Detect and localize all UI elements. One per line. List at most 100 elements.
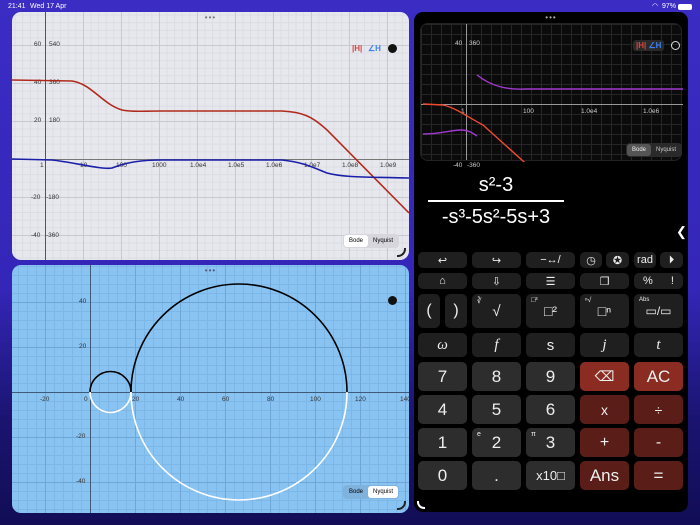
mini-bode-plot[interactable]: 40 360 -40 -360 1 100 1.0e4 1.0e6 |H| ∠H… [420, 23, 683, 169]
phase-curve [12, 158, 409, 179]
fraction-icon: ▭/▭ [645, 304, 672, 318]
y-label: -40 [453, 162, 463, 169]
digit-2[interactable]: e2 [472, 428, 521, 457]
resize-handle[interactable] [417, 501, 425, 509]
window-grabber[interactable]: ••• [545, 14, 556, 22]
formula-denominator: -s³-5s²-5s+3 [441, 206, 551, 228]
battery-percent: 97% [662, 3, 677, 10]
reset-view-icon[interactable] [671, 41, 680, 50]
collapse-chevron[interactable]: ❮ [676, 224, 687, 240]
cube-root-label: ∛ [477, 298, 482, 305]
multiply-button[interactable]: x [580, 395, 629, 424]
digit-label: 2 [491, 432, 502, 452]
digit-5[interactable]: 5 [472, 395, 521, 424]
inbox-button[interactable]: ⌂ [418, 273, 467, 289]
decimal-point-button[interactable]: . [472, 461, 521, 490]
tab-nyquist[interactable]: Nyquist [368, 235, 398, 247]
y-label: -360 [467, 162, 481, 169]
close-paren-button[interactable]: ) [445, 294, 467, 328]
ans-button[interactable]: Ans [580, 461, 629, 490]
bode-plot [12, 79, 409, 214]
digit-4[interactable]: 4 [418, 395, 467, 424]
s-button[interactable]: s [526, 333, 575, 357]
magnitude-curve [12, 79, 409, 214]
legend[interactable]: |H| ∠H [633, 40, 665, 51]
digit-label: 3 [545, 432, 556, 452]
redo-button[interactable]: ↪ [472, 252, 521, 268]
root-button[interactable]: ∛ √ [472, 294, 521, 328]
nth-power-label: □ⁿ [597, 303, 612, 319]
legend-phase[interactable]: ∠H [368, 44, 381, 53]
battery-icon [678, 4, 692, 10]
fraction-button[interactable]: Abs ▭/▭ [634, 294, 683, 328]
nth-power-button[interactable]: ⁿ√ □ⁿ [580, 294, 629, 328]
digit-1[interactable]: 1 [418, 428, 467, 457]
small-loop-upper [89, 370, 132, 393]
divide-button[interactable]: ÷ [634, 395, 683, 424]
tab-bode[interactable]: Bode [627, 144, 652, 156]
settings-sliders-button[interactable]: ☰ [526, 273, 575, 289]
nyquist-plot [89, 283, 348, 501]
plus-button[interactable]: + [580, 428, 629, 457]
f-button[interactable]: f [472, 333, 521, 357]
calculator-window[interactable]: ••• 40 360 -40 -360 1 100 1.0e4 1.0e6 |H… [414, 12, 688, 512]
tab-bode[interactable]: Bode [344, 235, 369, 247]
phase-curve-lower [422, 129, 478, 137]
favorites-button[interactable]: ✪ [606, 252, 629, 268]
large-loop-upper [130, 283, 348, 393]
power-button[interactable]: □³ □² [526, 294, 575, 328]
angle-mode-button[interactable]: rad [634, 252, 656, 268]
plot-type-toggle[interactable]: Bode Nyquist [626, 143, 683, 157]
sqrt-icon: √ [492, 302, 501, 320]
digit-6[interactable]: 6 [526, 395, 575, 424]
fraction-bar [428, 200, 564, 202]
copy-button[interactable]: ❐ [580, 273, 629, 289]
equals-button[interactable]: = [634, 461, 683, 490]
undo-button[interactable]: ↩ [418, 252, 467, 268]
format-toggle-button[interactable]: −↔/ [526, 252, 575, 268]
plot-type-toggle[interactable]: Bode Nyquist [343, 485, 400, 499]
square-label: □² [543, 303, 558, 319]
j-button[interactable]: j [580, 333, 629, 357]
plot-type-toggle[interactable]: Bode Nyquist [343, 234, 400, 248]
minus-button[interactable]: - [634, 428, 683, 457]
formula-numerator: s²-3 [478, 174, 514, 196]
open-paren-button[interactable]: ( [418, 294, 440, 328]
nth-root-label: ⁿ√ [585, 297, 592, 304]
tab-nyquist[interactable]: Nyquist [368, 486, 399, 498]
legend-magnitude[interactable]: |H| [636, 41, 646, 50]
e-label: e [477, 431, 481, 438]
run-button[interactable]: ⏵ [660, 252, 683, 268]
phase-curve-upper [476, 74, 683, 90]
history-button[interactable]: ◷ [580, 252, 602, 268]
percent-label: % [643, 275, 653, 287]
save-button[interactable]: ⇩ [472, 273, 521, 289]
large-loop-lower [130, 391, 348, 501]
legend-magnitude[interactable]: |H| [352, 44, 362, 53]
small-loop-lower [89, 391, 132, 414]
digit-7[interactable]: 7 [418, 362, 467, 391]
legend-phase[interactable]: ∠H [649, 41, 662, 50]
backspace-button[interactable]: ⌫ [580, 362, 629, 391]
abs-label: Abs [639, 297, 650, 303]
tab-bode[interactable]: Bode [344, 486, 368, 498]
tab-nyquist[interactable]: Nyquist [651, 144, 681, 156]
pi-label: π [531, 431, 536, 438]
clear-button[interactable]: AC [634, 362, 683, 391]
reset-view-icon[interactable] [388, 44, 397, 53]
t-button[interactable]: t [634, 333, 683, 357]
nyquist-window[interactable]: ••• -20 0 20 40 60 80 100 120 140 40 20 … [12, 265, 409, 513]
factorial-label: ! [670, 275, 674, 287]
omega-button[interactable]: ω [418, 333, 467, 357]
wifi-icon: ◠ [652, 3, 659, 10]
bode-window[interactable]: ••• 60 40 20 -20 -40 540 360 180 -180 -3… [12, 12, 409, 260]
status-time: 21:41 [8, 3, 26, 10]
exponent-button[interactable]: x10□ [526, 461, 575, 490]
digit-8[interactable]: 8 [472, 362, 521, 391]
digit-3[interactable]: π3 [526, 428, 575, 457]
digit-9[interactable]: 9 [526, 362, 575, 391]
cube-label: □³ [531, 297, 538, 304]
digit-0[interactable]: 0 [418, 461, 467, 490]
percent-factorial-button[interactable]: %! [634, 273, 683, 289]
reset-view-icon[interactable] [388, 296, 397, 305]
